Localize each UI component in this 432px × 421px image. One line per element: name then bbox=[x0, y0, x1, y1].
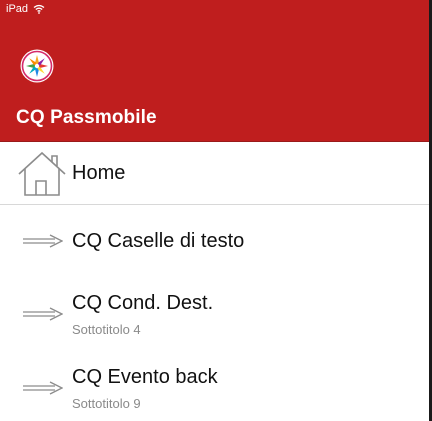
menu-item-caselle-di-testo[interactable]: CQ Caselle di testo bbox=[0, 206, 429, 274]
header-bar: iPad CQ Passmobile bbox=[0, 0, 429, 141]
device-label: iPad bbox=[6, 3, 29, 15]
arrow-right-icon bbox=[23, 234, 63, 248]
menu-item-subtitle: Sottotitolo 9 bbox=[72, 396, 141, 411]
app-logo-icon[interactable] bbox=[20, 49, 54, 83]
app-screen: iPad CQ Passmobile Home CQ Caselle di te… bbox=[0, 0, 432, 421]
arrow-right-icon bbox=[23, 307, 63, 321]
wifi-icon bbox=[33, 4, 45, 14]
menu-item-home[interactable]: Home bbox=[0, 142, 429, 204]
row-divider bbox=[0, 204, 429, 205]
status-bar: iPad bbox=[6, 2, 45, 16]
menu-item-evento-back[interactable]: CQ Evento back Sottotitolo 9 bbox=[0, 358, 429, 421]
menu-item-label: CQ Cond. Dest. bbox=[72, 292, 214, 314]
menu-item-cond-dest[interactable]: CQ Cond. Dest. Sottotitolo 4 bbox=[0, 282, 429, 350]
menu-item-subtitle: Sottotitolo 4 bbox=[72, 322, 141, 337]
menu-item-label: CQ Caselle di testo bbox=[72, 230, 245, 252]
app-title: CQ Passmobile bbox=[16, 107, 157, 128]
home-icon bbox=[18, 151, 66, 196]
arrow-right-icon bbox=[23, 381, 63, 395]
menu-item-label: CQ Evento back bbox=[72, 366, 218, 388]
menu-item-label: Home bbox=[72, 162, 126, 184]
